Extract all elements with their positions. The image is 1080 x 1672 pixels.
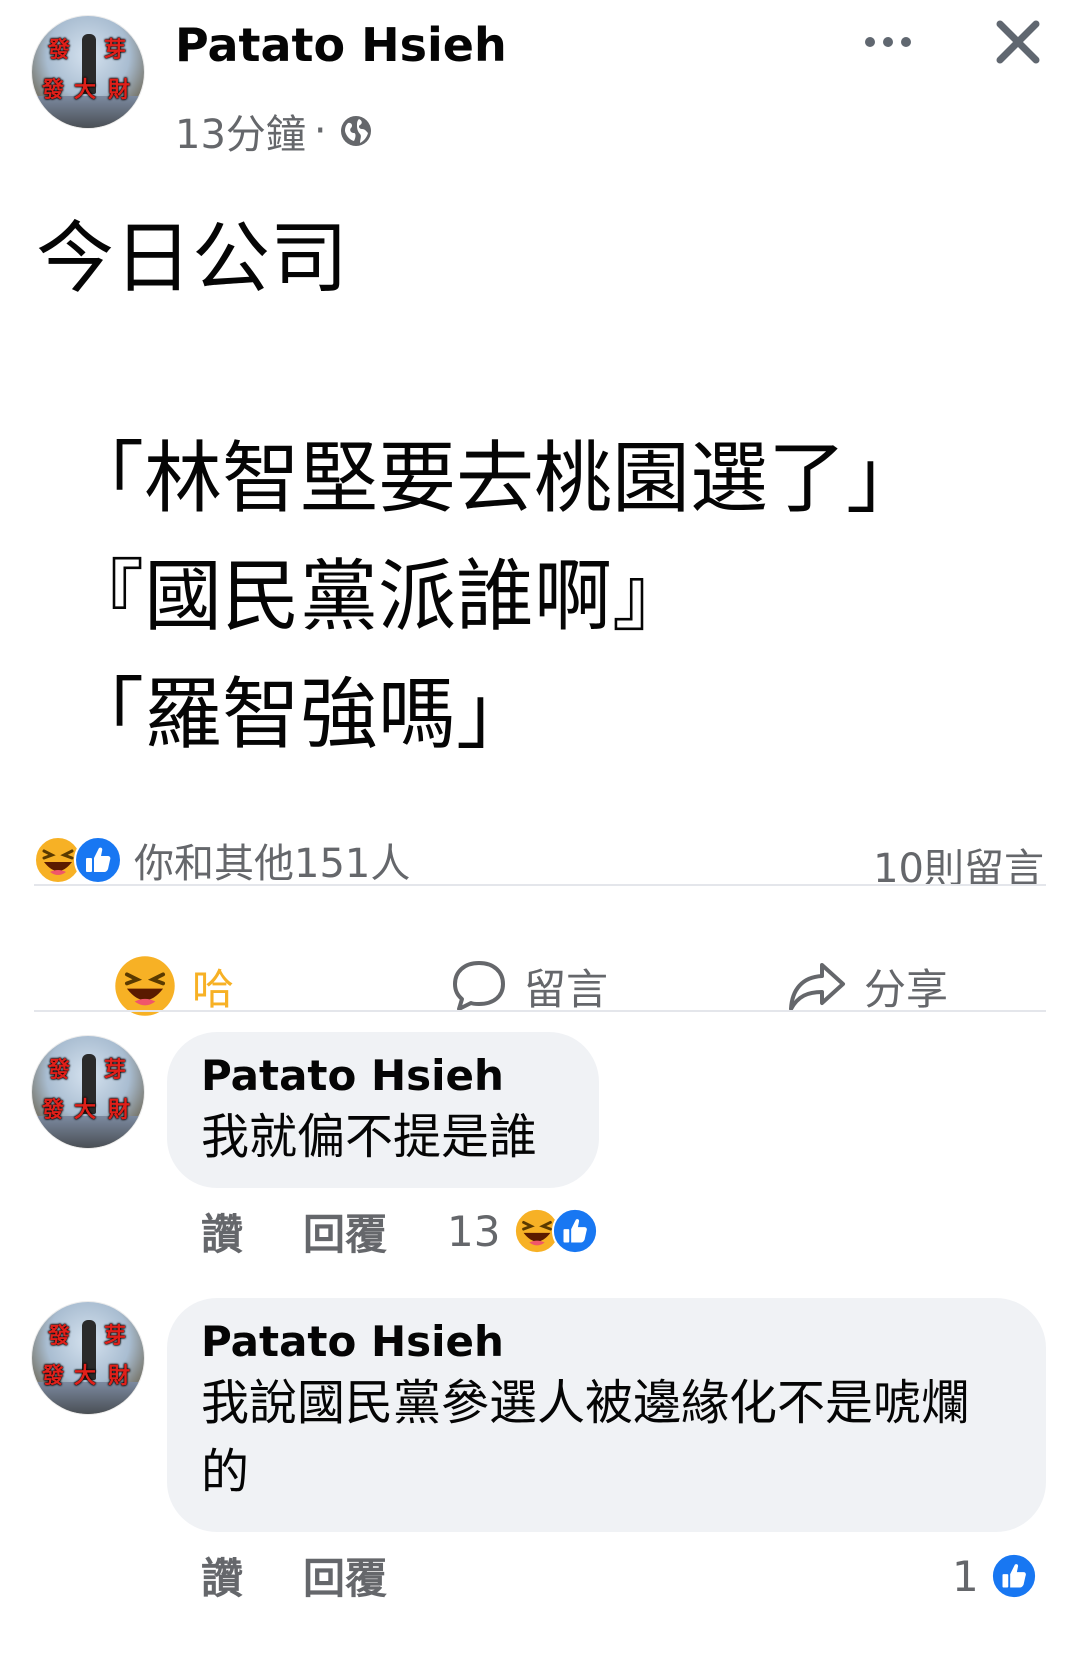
comment-reply-button[interactable]: 回覆	[303, 1201, 387, 1262]
comment-bubble[interactable]: Patato Hsieh 我說國民黨參選人被邊緣化不是唬爛的	[167, 1298, 1046, 1532]
meta-separator: ·	[313, 108, 327, 154]
post-time[interactable]: 13分鐘	[175, 102, 306, 160]
avatar-char: 發	[48, 1058, 71, 1083]
avatar-char: 芽	[104, 1324, 127, 1349]
comment-bubble[interactable]: Patato Hsieh 我就偏不提是誰	[167, 1032, 599, 1188]
avatar-char: 財	[108, 1098, 131, 1123]
avatar-char: 發	[42, 78, 65, 103]
avatar-char: 發	[42, 1364, 65, 1389]
comment-label: 留言	[524, 964, 609, 1014]
comment-like-button[interactable]: 讚	[201, 1545, 243, 1606]
reaction-count-text: 你和其他151人	[134, 841, 411, 887]
haha-emoji-icon	[115, 956, 175, 1016]
comment-reactions[interactable]: 1	[952, 1548, 1037, 1604]
share-label: 分享	[864, 964, 949, 1014]
comment-like-button[interactable]: 讚	[201, 1201, 243, 1262]
comment-text: 我說國民黨參選人被邊緣化不是唬爛的	[201, 1374, 970, 1501]
like-icon	[552, 1208, 599, 1254]
comment-reaction-count: 13	[447, 1206, 501, 1256]
close-icon	[996, 20, 1040, 64]
comment-actions: 讚 回覆 13	[201, 1200, 599, 1262]
comment-text: 我就偏不提是誰	[201, 1108, 538, 1165]
avatar-char: 芽	[104, 38, 127, 63]
post-quote-line: 「林智堅要去桃園選了」	[66, 434, 925, 524]
avatar-char: 芽	[104, 1058, 127, 1083]
close-button[interactable]	[990, 14, 1046, 70]
avatar-char: 大	[74, 78, 97, 103]
avatar-char: 財	[108, 1364, 131, 1389]
more-dots-icon	[865, 37, 911, 47]
post-meta: 13分鐘 ·	[175, 102, 373, 160]
more-options-button[interactable]	[858, 22, 918, 62]
post-body: 今日公司	[36, 214, 349, 304]
commenter-avatar[interactable]: 發 芽 發 大 財	[32, 1302, 144, 1414]
avatar-char: 發	[42, 1098, 65, 1123]
avatar-char: 大	[74, 1098, 97, 1123]
like-icon	[74, 836, 122, 884]
like-icon	[990, 1553, 1037, 1599]
comment-reply-button[interactable]: 回覆	[303, 1545, 387, 1606]
avatar-char: 發	[48, 38, 71, 63]
post-quote-line: 「羅智強嗎」	[66, 670, 535, 760]
comment-author[interactable]: Patato Hsieh	[201, 1316, 1012, 1369]
comment-actions: 讚 回覆	[201, 1544, 387, 1606]
avatar-char: 大	[74, 1364, 97, 1389]
post-author-name[interactable]: Patato Hsieh	[175, 18, 507, 72]
comment-bubble-icon	[453, 961, 505, 1011]
divider	[34, 884, 1046, 886]
avatar-char: 財	[108, 78, 131, 103]
comment-author[interactable]: Patato Hsieh	[201, 1050, 565, 1103]
haha-label: 哈	[192, 964, 235, 1014]
post-quote-line: 『國民黨派誰啊』	[66, 552, 691, 642]
commenter-avatar[interactable]: 發 芽 發 大 財	[32, 1036, 144, 1148]
comment-reaction-count: 1	[952, 1551, 979, 1601]
share-arrow-icon	[789, 963, 845, 1011]
comment-reactions[interactable]: 13	[447, 1206, 599, 1256]
reaction-summary[interactable]: 你和其他151人	[34, 832, 410, 888]
divider	[34, 1010, 1046, 1012]
globe-icon	[340, 116, 371, 146]
avatar-char: 發	[48, 1324, 71, 1349]
author-avatar[interactable]: 發 芽 發 大 財	[32, 16, 144, 128]
